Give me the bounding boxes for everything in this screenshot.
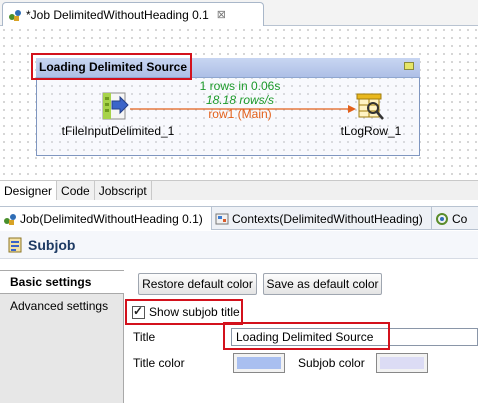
tab-code[interactable]: Code — [57, 181, 95, 200]
subjob-color-label: Subjob color — [298, 356, 365, 370]
close-icon[interactable]: ⊠ — [217, 8, 226, 21]
file-input-delimited-icon[interactable] — [100, 91, 130, 121]
title-field-label: Title — [133, 330, 156, 344]
component-label-target[interactable]: tLogRow_1 — [326, 124, 416, 138]
flow-name[interactable]: row1 (Main) — [170, 107, 310, 121]
show-subjob-title-checkbox[interactable] — [132, 304, 145, 319]
subjob-icon — [8, 237, 22, 252]
tab-component[interactable]: Co — [432, 207, 478, 230]
tab-component-label: Co — [452, 211, 468, 226]
job-icon — [4, 213, 16, 225]
subjob-color-picker[interactable] — [376, 353, 428, 373]
component-icon — [436, 212, 448, 225]
contexts-icon — [215, 213, 229, 224]
component-label-source[interactable]: tFileInputDelimited_1 — [58, 124, 178, 138]
subjob-color-fill — [380, 357, 424, 369]
section-title: Subjob — [28, 236, 76, 253]
title-color-picker[interactable] — [233, 353, 285, 373]
flow-rate: 18.18 rows/s — [205, 93, 275, 107]
tab-basic-settings[interactable]: Basic settings — [0, 270, 124, 294]
settings-vertical-tabs: Basic settings Advanced settings — [0, 270, 124, 403]
title-color-fill — [237, 357, 281, 369]
panel-tab-strip: Job(DelimitedWithoutHeading 0.1) Context… — [0, 206, 478, 230]
tab-jobscript[interactable]: Jobscript — [95, 181, 152, 200]
show-subjob-title-label[interactable]: Show subjob title — [149, 305, 240, 319]
tab-job[interactable]: Job(DelimitedWithoutHeading 0.1) — [0, 207, 212, 230]
subjob-title-highlight: Loading Delimited Source — [31, 53, 192, 80]
subjob-section-header: Subjob — [0, 231, 478, 259]
tab-contexts[interactable]: Contexts(DelimitedWithoutHeading) — [212, 207, 432, 230]
subjob-collapse-icon[interactable] — [404, 62, 414, 70]
tab-advanced-settings[interactable]: Advanced settings — [0, 294, 123, 318]
save-as-default-color-button[interactable]: Save as default color — [263, 273, 382, 295]
flow-rows-count: 1 rows in 0.06s — [199, 79, 281, 93]
subjob-title-text: Loading Delimited Source — [39, 59, 188, 74]
editor-tab-strip: *Job DelimitedWithoutHeading 0.1 ⊠ — [0, 0, 478, 26]
editor-tab-title: *Job DelimitedWithoutHeading 0.1 — [26, 7, 209, 22]
job-design-icon — [9, 9, 21, 21]
tab-contexts-label: Contexts(DelimitedWithoutHeading) — [232, 211, 423, 226]
title-input-highlight — [223, 322, 390, 350]
title-color-label: Title color — [133, 356, 185, 370]
tab-designer[interactable]: Designer — [0, 181, 58, 200]
editor-tab-job[interactable]: *Job DelimitedWithoutHeading 0.1 ⊠ — [2, 2, 264, 26]
view-tab-strip: Designer Code Jobscript — [0, 180, 478, 200]
log-row-icon[interactable] — [355, 92, 385, 122]
restore-default-color-button[interactable]: Restore default color — [138, 273, 257, 295]
tab-job-label: Job(DelimitedWithoutHeading 0.1) — [20, 211, 203, 226]
